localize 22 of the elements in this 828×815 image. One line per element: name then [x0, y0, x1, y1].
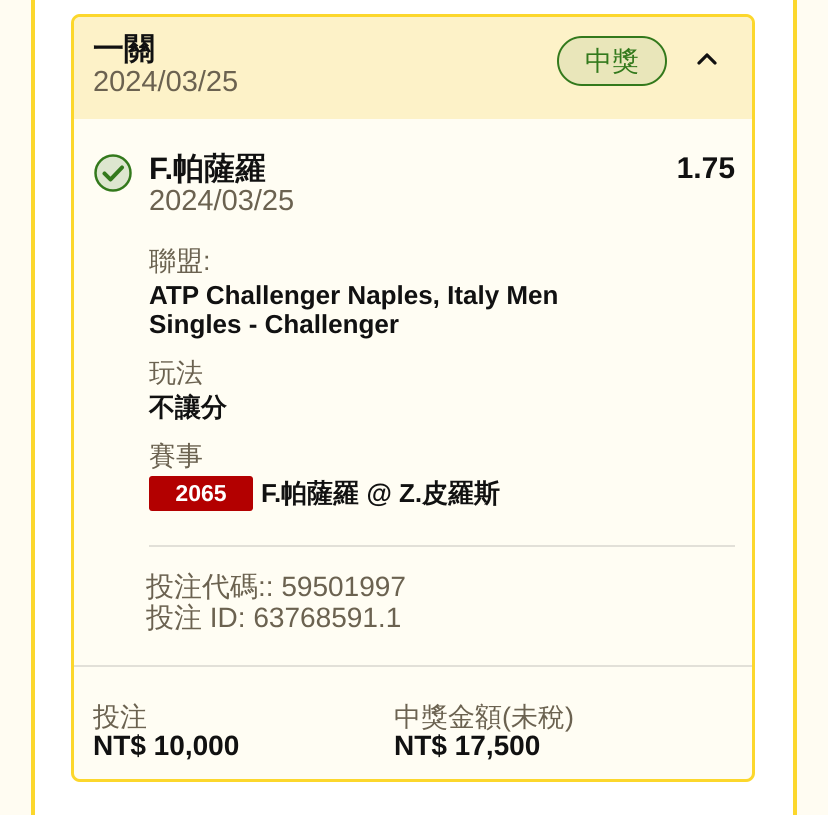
selection-name: F.帕薩羅: [149, 152, 268, 186]
amount-label: 中獎金額(未稅): [394, 702, 575, 732]
chevron-up-icon[interactable]: [697, 53, 717, 65]
detail-label: 聯盟:: [149, 245, 212, 277]
selection-date: 2024/03/25: [149, 186, 296, 216]
detail-label: 賽事: [149, 440, 204, 472]
event-matchup: F.帕薩羅 @ Z.皮羅斯: [261, 479, 500, 508]
check-circle-icon: [94, 154, 132, 192]
amount-label: 投注: [93, 702, 148, 732]
detail-value: ATP Challenger Naples, Italy Men Singles - Challenger: [149, 281, 560, 339]
detail-value: 不讓分: [149, 393, 228, 422]
amount-value: NT$ 17,500: [394, 732, 542, 760]
bet-code-text: 投注代碼:: 59501997: [146, 571, 407, 602]
ticket-title: 一關: [93, 32, 156, 66]
detail-label: 玩法: [149, 357, 204, 389]
event-code-tag: 2065: [149, 476, 253, 511]
ticket-header[interactable]: 一關 2024/03/25 中獎: [74, 17, 752, 119]
amount-value: NT$ 10,000: [93, 732, 240, 760]
bet-code-text: 投注 ID: 63768591.1: [146, 602, 402, 633]
ticket-date: 2024/03/25: [93, 66, 240, 98]
selection-odds: 1.75: [676, 152, 735, 187]
status-badge: 中獎: [557, 36, 667, 86]
